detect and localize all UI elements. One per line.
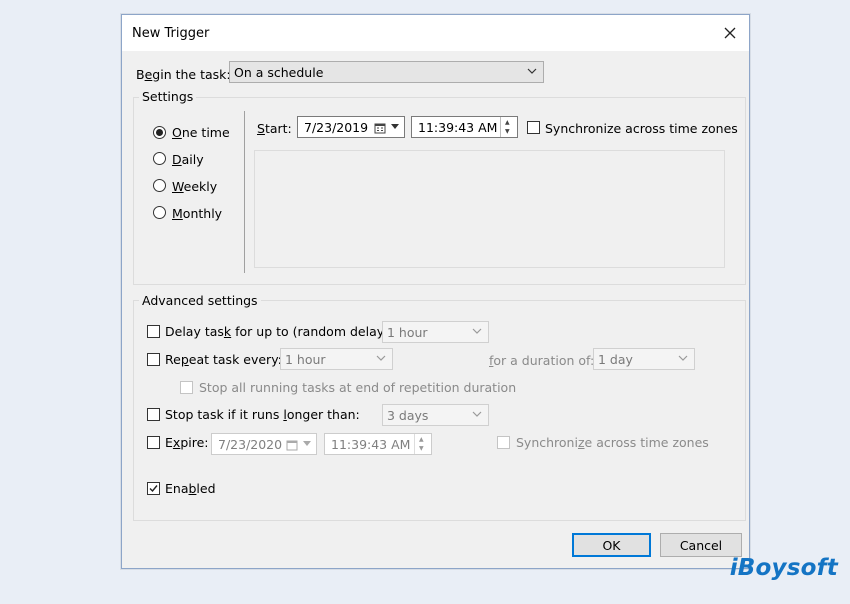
- stop-if-select[interactable]: 3 days: [382, 404, 489, 426]
- stop-if-longer-label: Stop task if it runs longer than:: [165, 407, 360, 422]
- expire-label: Expire:: [165, 435, 209, 450]
- radio-weekly[interactable]: [153, 179, 166, 192]
- ok-button[interactable]: OK: [572, 533, 651, 557]
- advanced-settings-legend: Advanced settings: [139, 293, 261, 308]
- delay-select[interactable]: 1 hour: [382, 321, 489, 343]
- stop-if-value: 3 days: [387, 407, 429, 423]
- duration-label: for a duration of:: [489, 353, 595, 368]
- chevron-down-icon: [527, 68, 537, 74]
- start-date-picker[interactable]: 7/23/2019: [297, 116, 405, 138]
- radio-label-monthly: Monthly: [172, 206, 223, 221]
- spin-up-icon: ▲: [419, 436, 424, 443]
- expire-checkbox[interactable]: [147, 436, 160, 449]
- sync-time-zones-checkbox[interactable]: [527, 121, 540, 134]
- chevron-down-icon: [391, 124, 399, 129]
- begin-task-label: Begin the task:: [136, 67, 231, 82]
- begin-task-value: On a schedule: [234, 64, 324, 80]
- settings-divider: [244, 111, 245, 273]
- schedule-details-panel: [254, 150, 725, 268]
- repeat-task-checkbox[interactable]: [147, 353, 160, 366]
- delay-task-checkbox[interactable]: [147, 325, 160, 338]
- expire-time-spinner[interactable]: ▲ ▼: [414, 434, 431, 454]
- radio-label-one-time: One time: [172, 125, 230, 140]
- spin-up-icon: ▲: [505, 119, 510, 126]
- checkmark-icon: [149, 485, 158, 493]
- chevron-down-icon: [472, 328, 482, 334]
- stop-all-tasks-checkbox[interactable]: [180, 381, 193, 394]
- repeat-task-label: Repeat task every:: [165, 352, 282, 367]
- delay-value: 1 hour: [387, 324, 428, 340]
- close-button[interactable]: [711, 15, 749, 51]
- radio-monthly[interactable]: [153, 206, 166, 219]
- dialog-title: New Trigger: [132, 26, 210, 41]
- repeat-interval-value: 1 hour: [285, 351, 326, 367]
- radio-selected-dot: [156, 129, 163, 136]
- radio-label-daily: Daily: [172, 152, 204, 167]
- iboysoft-watermark-logo: iBoysoft: [729, 555, 838, 581]
- expire-date-picker[interactable]: 7/23/2020: [211, 433, 317, 455]
- expire-time-value: 11:39:43 AM: [331, 436, 411, 452]
- stop-all-tasks-label: Stop all running tasks at end of repetit…: [199, 380, 517, 395]
- spin-down-icon: ▼: [505, 128, 510, 135]
- start-time-value: 11:39:43 AM: [418, 119, 498, 135]
- repeat-interval-select[interactable]: 1 hour: [280, 348, 393, 370]
- expire-sync-label: Synchronize across time zones: [516, 435, 709, 450]
- enabled-checkbox[interactable]: [147, 482, 160, 495]
- begin-task-select[interactable]: On a schedule: [229, 61, 544, 83]
- start-date-value: 7/23/2019: [304, 119, 369, 135]
- enabled-label: Enabled: [165, 481, 216, 496]
- radio-one-time[interactable]: [153, 126, 166, 139]
- expire-date-value: 7/23/2020: [218, 436, 283, 452]
- sync-time-zones-label: Synchronize across time zones: [545, 121, 738, 136]
- duration-select[interactable]: 1 day: [593, 348, 695, 370]
- start-label: Start:: [257, 121, 292, 136]
- chevron-down-icon: [472, 411, 482, 417]
- radio-daily[interactable]: [153, 152, 166, 165]
- chevron-down-icon: [303, 441, 311, 446]
- chevron-down-icon: [678, 355, 688, 361]
- calendar-icon: [374, 123, 386, 134]
- duration-value: 1 day: [598, 351, 633, 367]
- start-time-input[interactable]: 11:39:43 AM ▲ ▼: [411, 116, 518, 138]
- expire-sync-checkbox[interactable]: [497, 436, 510, 449]
- chevron-down-icon: [376, 355, 386, 361]
- cancel-button[interactable]: Cancel: [660, 533, 742, 557]
- spin-down-icon: ▼: [419, 445, 424, 452]
- title-bar: New Trigger: [122, 15, 749, 51]
- close-icon: [724, 27, 736, 39]
- new-trigger-dialog: New Trigger Begin the task: On a schedul…: [121, 14, 750, 569]
- time-spinner[interactable]: ▲ ▼: [500, 117, 517, 137]
- settings-legend: Settings: [139, 89, 197, 104]
- delay-task-label: Delay task for up to (random delay):: [165, 324, 394, 339]
- calendar-icon: [286, 440, 298, 451]
- radio-label-weekly: Weekly: [172, 179, 218, 194]
- expire-time-input[interactable]: 11:39:43 AM ▲ ▼: [324, 433, 432, 455]
- stop-if-longer-checkbox[interactable]: [147, 408, 160, 421]
